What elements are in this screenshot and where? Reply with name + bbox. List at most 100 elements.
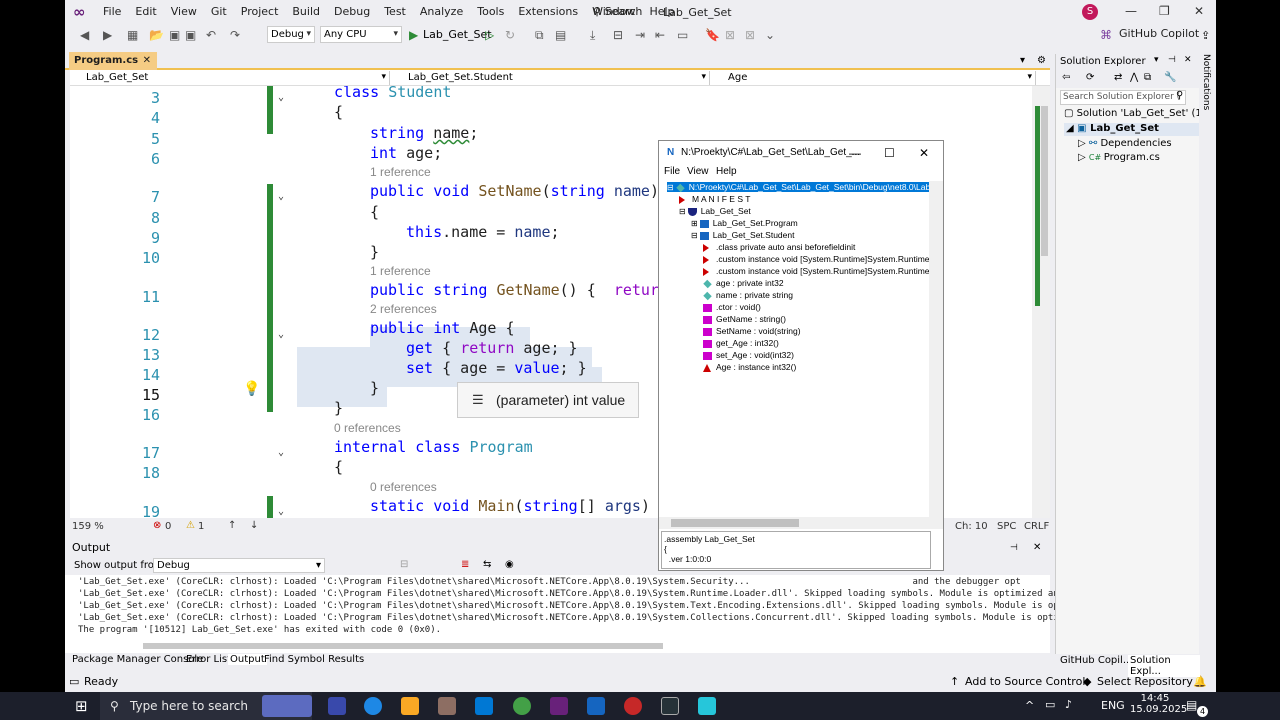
pending-changes-icon[interactable]: ⇄ bbox=[1114, 72, 1122, 83]
pin-icon[interactable]: ⊣ bbox=[1168, 55, 1176, 65]
ildasm-menu-help[interactable]: Help bbox=[716, 166, 737, 177]
tree-node[interactable]: .class private auto ansi beforefieldinit bbox=[703, 242, 855, 252]
network-icon[interactable]: ▭ bbox=[1045, 698, 1055, 711]
menu-git[interactable]: Git bbox=[204, 5, 234, 19]
tab-solution-explorer[interactable]: Solution Expl... bbox=[1128, 655, 1200, 677]
tree-node[interactable]: age : private int32 bbox=[703, 278, 784, 288]
scrollbar-thumb[interactable] bbox=[671, 519, 799, 527]
codelens-references[interactable]: 2 references bbox=[370, 302, 437, 316]
minimize-icon[interactable]: — bbox=[1125, 4, 1137, 18]
arrow-down-icon[interactable]: ↓ bbox=[250, 520, 258, 531]
ildasm-taskbar-icon[interactable] bbox=[698, 697, 716, 715]
sync-icon[interactable]: ⇦ bbox=[1062, 72, 1070, 83]
open-icon[interactable]: 📂 bbox=[149, 28, 164, 42]
whitespace-mode[interactable]: SPC bbox=[997, 521, 1016, 532]
tab-package-manager[interactable]: Package Manager Console bbox=[72, 654, 203, 665]
run-without-debug-icon[interactable]: ▷ bbox=[485, 28, 494, 42]
redo-icon[interactable]: ↷ bbox=[230, 28, 240, 42]
language-indicator[interactable]: ENG bbox=[1101, 699, 1125, 712]
minimize-icon[interactable]: — bbox=[849, 141, 861, 165]
tree-node[interactable]: ⊟ Lab_Get_Set bbox=[679, 206, 751, 216]
back-icon[interactable]: ◀ bbox=[80, 28, 89, 42]
tab-github-copilot[interactable]: GitHub Copil... bbox=[1060, 655, 1132, 666]
tree-node[interactable]: SetName : void(string) bbox=[703, 326, 801, 336]
tab-find-symbol[interactable]: Find Symbol Results bbox=[264, 654, 364, 665]
ildasm-menu-view[interactable]: View bbox=[687, 166, 709, 177]
word-wrap-icon[interactable]: ⇆ bbox=[483, 559, 491, 570]
scrollbar-thumb[interactable] bbox=[1041, 106, 1048, 256]
save-icon[interactable]: ▣ bbox=[169, 28, 180, 42]
arrow-up-icon[interactable]: ↑ bbox=[228, 520, 236, 531]
solution-node[interactable]: ▢ Solution 'Lab_Get_Set' (1 of bbox=[1064, 108, 1200, 119]
menu-debug[interactable]: Debug bbox=[327, 5, 377, 19]
fold-icon[interactable]: ⌄ bbox=[278, 92, 284, 103]
avatar[interactable]: S bbox=[1082, 4, 1098, 20]
terminal-icon[interactable] bbox=[661, 697, 679, 715]
tree-node[interactable]: ⊞ Lab_Get_Set.Program bbox=[691, 218, 798, 228]
notifications-sidebar[interactable]: Notifications bbox=[1199, 54, 1216, 654]
format-icon[interactable]: ⊟ bbox=[613, 28, 623, 42]
step-icon[interactable]: ⤓ bbox=[590, 28, 595, 43]
collapse-icon[interactable]: ⋀ bbox=[1130, 72, 1138, 83]
outdent-icon[interactable]: ⇤ bbox=[655, 28, 665, 42]
maximize-icon[interactable]: ❐ bbox=[1159, 4, 1170, 18]
expand-icon[interactable]: ⊟ bbox=[679, 207, 686, 216]
ildasm-menu-file[interactable]: File bbox=[664, 166, 680, 177]
tab-dropdown-icon[interactable]: ▾ bbox=[1020, 55, 1025, 66]
search-button[interactable]: ⚲ Search bbox=[593, 5, 642, 18]
lightbulb-icon[interactable]: 💡 bbox=[243, 381, 260, 397]
undo-icon[interactable]: ↶ bbox=[206, 28, 216, 42]
tree-node[interactable]: get_Age : int32() bbox=[703, 338, 779, 348]
find-icon[interactable]: ⊟ bbox=[400, 559, 408, 570]
edge-icon[interactable] bbox=[364, 697, 382, 715]
expand-icon[interactable]: ⊟ bbox=[691, 231, 698, 240]
close-icon[interactable]: ✕ bbox=[1194, 4, 1204, 18]
tree-node[interactable]: ⊟ Lab_Get_Set.Student bbox=[691, 230, 794, 240]
menu-view[interactable]: View bbox=[164, 5, 204, 19]
layout-icon[interactable]: ▤ bbox=[555, 28, 566, 42]
forward-icon[interactable]: ▶ bbox=[103, 28, 112, 42]
outlook-icon[interactable] bbox=[475, 697, 493, 715]
tray-chevron-icon[interactable]: ^ bbox=[1025, 699, 1034, 712]
tree-node[interactable]: .custom instance void [System.Runtime]Sy… bbox=[703, 254, 938, 264]
tree-node[interactable]: .ctor : void() bbox=[703, 302, 761, 312]
tab-output[interactable]: Output bbox=[228, 654, 267, 665]
tree-vertical-scrollbar[interactable] bbox=[929, 181, 943, 517]
project-nav-dropdown[interactable]: Lab_Get_Set bbox=[70, 71, 390, 85]
menu-extensions[interactable]: Extensions bbox=[511, 5, 585, 19]
codelens-references[interactable]: 0 references bbox=[370, 480, 437, 494]
editor-scrollbar[interactable] bbox=[1032, 86, 1050, 518]
bookmark-next-icon[interactable]: ⊠ bbox=[745, 28, 755, 42]
new-item-icon[interactable]: ▦ bbox=[127, 28, 138, 42]
zoom-level[interactable]: 159 % bbox=[72, 521, 104, 532]
windows-start-icon[interactable]: ⊞ bbox=[75, 697, 88, 715]
tree-horizontal-scrollbar[interactable] bbox=[659, 517, 943, 529]
show-all-icon[interactable]: ⧉ bbox=[1144, 72, 1151, 83]
menu-project[interactable]: Project bbox=[234, 5, 286, 19]
expand-icon[interactable]: ⊟ bbox=[667, 183, 674, 192]
fold-icon[interactable]: ⌄ bbox=[278, 506, 284, 517]
solution-search-input[interactable]: Search Solution Explorer ( bbox=[1060, 90, 1186, 105]
share-icon[interactable]: ⇪ bbox=[1201, 29, 1210, 42]
run-icon[interactable]: ▶ bbox=[409, 28, 418, 42]
project-node[interactable]: ◢ ▣ Lab_Get_Set bbox=[1064, 123, 1200, 136]
menu-edit[interactable]: Edit bbox=[128, 5, 163, 19]
toolbar-options-icon[interactable]: ⌄ bbox=[765, 28, 775, 42]
visual-studio-icon[interactable] bbox=[550, 697, 568, 715]
line-ending[interactable]: CRLF bbox=[1024, 521, 1049, 532]
bookmark-prev-icon[interactable]: ⊠ bbox=[725, 28, 735, 42]
horizontal-scrollbar[interactable] bbox=[143, 643, 663, 649]
clear-all-icon[interactable]: ≣ bbox=[461, 559, 469, 570]
copilot-taskbar-icon[interactable] bbox=[328, 697, 346, 715]
tree-node[interactable]: M A N I F E S T bbox=[679, 194, 750, 204]
warning-count[interactable]: 1 bbox=[198, 521, 204, 532]
fold-icon[interactable]: ⌄ bbox=[278, 447, 284, 458]
codelens-references[interactable]: 1 reference bbox=[370, 264, 431, 278]
tree-node[interactable]: GetName : string() bbox=[703, 314, 786, 324]
notification-center-icon[interactable]: ▤ bbox=[1186, 698, 1197, 712]
wrench-icon[interactable]: 🔧 bbox=[1164, 72, 1176, 83]
save-all-icon[interactable]: ▣ bbox=[185, 28, 196, 42]
hot-reload-icon[interactable]: ↻ bbox=[505, 28, 515, 42]
file-explorer-icon[interactable] bbox=[401, 697, 419, 715]
menu-build[interactable]: Build bbox=[285, 5, 327, 19]
